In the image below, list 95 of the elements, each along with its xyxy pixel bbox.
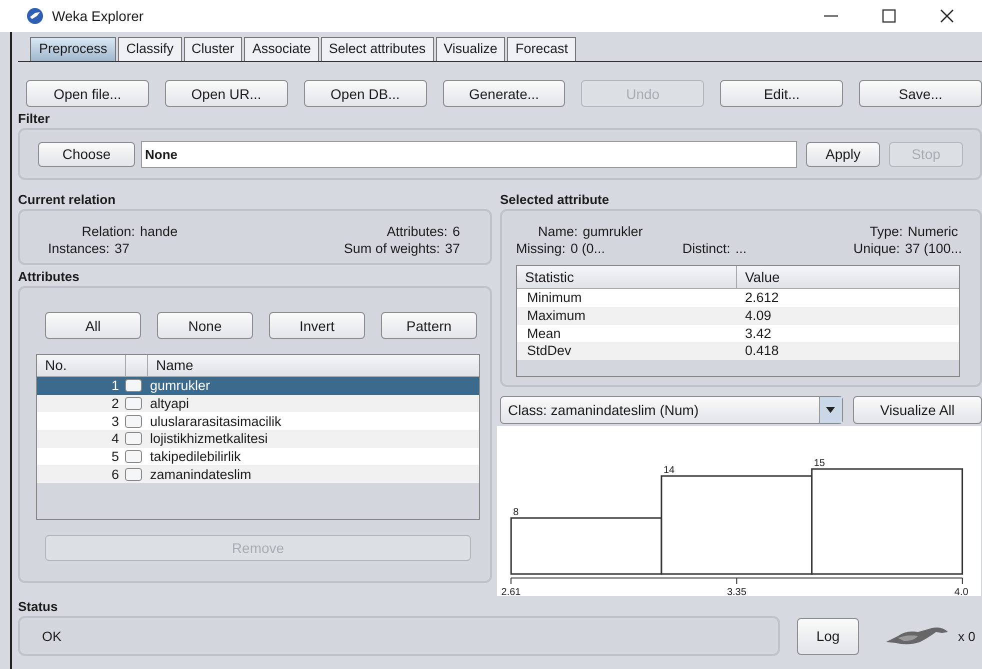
section-title: Filter [18,110,51,128]
checkbox[interactable] [125,432,142,446]
attribute-row[interactable]: 5 takipedilebilirlik [37,448,479,466]
column-header: Name [155,356,194,375]
attribute-button[interactable]: Pattern [381,312,477,339]
attribute-button[interactable]: None [157,312,253,339]
field-label: Relation: [82,224,136,239]
toolbar-button[interactable]: Open file... [26,80,149,107]
field-value: Numeric [908,224,958,239]
bar-value-label: 14 [663,465,675,476]
toolbar-button[interactable]: Open DB... [304,80,427,107]
maximize-icon[interactable] [882,9,896,23]
bar-value-label: 8 [513,507,519,518]
task-counter: x 0 [958,628,976,644]
status-message: OK [42,628,62,644]
row-number: 2 [110,396,120,412]
choose-button[interactable]: Choose [38,142,135,166]
checkbox[interactable] [125,379,142,392]
section-title: Attributes [18,268,80,286]
row-number: 3 [110,414,120,429]
table-cell-text: StdDev [526,342,572,360]
attribute-row[interactable]: 1 gumrukler [37,377,479,395]
attribute-name: lojistikhizmetkalitesi [150,431,268,446]
checkbox[interactable] [125,397,142,410]
class-dropdown[interactable]: Class: zamanindateslim (Num) [500,396,843,424]
axis-tick-label: 2.61 [501,587,521,596]
filter-field[interactable]: None [141,140,797,168]
attribute-name: altyapi [150,396,190,412]
column-header: No. [37,355,126,376]
table-cell-text: Maximum [526,306,587,325]
row-number: 5 [110,449,120,464]
log-button[interactable]: Log [797,618,859,654]
field-value: 37 [444,241,460,256]
field-label: Instances: [48,241,110,256]
tab[interactable]: Cluster [184,37,242,61]
attribute-button[interactable]: Invert [269,312,365,339]
column-header: Value [744,268,781,287]
table-cell-text: 2.612 [744,289,780,307]
app-icon [26,7,44,25]
column-header: Statistic [517,266,737,288]
table-cell-text: Minimum [526,289,583,307]
field-label: Type: [870,224,903,239]
row-number: 6 [110,466,120,482]
close-icon[interactable] [940,9,954,23]
table-cell-text: 3.42 [744,324,772,342]
checkbox[interactable] [125,468,142,481]
tab[interactable]: Visualize [436,37,506,61]
attribute-row[interactable]: 2 altyapi [37,394,479,412]
field-value: gumrukler [582,224,643,239]
table-cell-text: 0.418 [744,342,780,360]
tab[interactable]: Select attributes [320,37,434,61]
field-label: Distinct: [682,241,730,256]
axis-tick-label: 3.35 [726,587,746,596]
toolbar-button[interactable]: Save... [859,80,982,107]
visualize-all-button[interactable]: Visualize All [852,396,982,424]
toolbar-button[interactable]: Generate... [442,80,566,107]
row-number: 4 [110,431,120,446]
checkbox[interactable] [125,450,142,464]
checkbox[interactable] [125,414,142,428]
attribute-name: zamanindateslim [150,466,252,482]
field-value: 0 (0... [570,241,606,256]
axis-tick-label: 4.0 [954,587,968,596]
attribute-name: gumrukler [150,378,210,394]
attribute-name: uluslararasitasimacilik [150,414,282,429]
attribute-button[interactable]: All [45,312,141,339]
table-cell-text: 4.09 [744,306,772,325]
section-title: Current relation [18,191,117,209]
tab[interactable]: Classify [118,37,182,61]
table-cell-text: Mean [526,324,562,342]
field-label: Unique: [853,241,900,256]
attribute-row[interactable]: 4 lojistikhizmetkalitesi [37,430,479,448]
toolbar-button[interactable]: Open UR... [164,80,288,107]
field-label: Sum of weights: [344,241,440,256]
tab[interactable]: Forecast [507,37,576,61]
toolbar-button[interactable]: Edit... [720,80,844,107]
field-label: Name: [538,224,578,239]
field-value: 6 [452,224,460,239]
field-value: 37 [114,241,130,256]
attribute-row[interactable]: 3 uluslararasitasimacilik [37,412,479,430]
row-number: 1 [110,378,120,394]
window-title: Weka Explorer [52,8,144,24]
dropdown-arrow-icon [826,407,836,413]
field-value: ... [735,241,747,256]
attribute-row[interactable]: 6 zamanindateslim [37,465,479,484]
field-label: Missing: [516,241,566,256]
field-value: 37 (100... [904,241,962,256]
section-title: Status [18,598,59,616]
bar-value-label: 15 [814,458,825,469]
section-title: Selected attribute [500,191,610,209]
attribute-name: takipedilebilirlik [150,449,241,464]
tab[interactable]: Associate [244,37,319,61]
field-value: hande [140,224,178,239]
filter-button[interactable]: Apply [806,142,880,166]
tab[interactable]: Preprocess [30,37,116,61]
field-label: Attributes: [386,224,448,239]
